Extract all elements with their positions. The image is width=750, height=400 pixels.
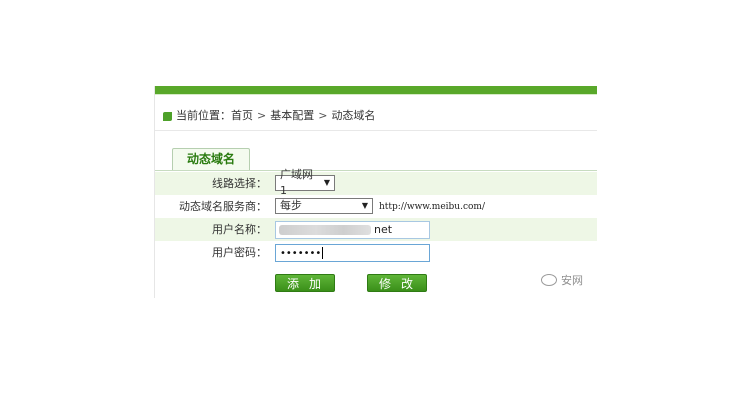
provider-url-hint: http://www.meibu.com/ xyxy=(379,202,485,212)
password-field-wrap: ••••••• xyxy=(275,244,430,262)
watermark: 安网 xyxy=(541,272,583,288)
breadcrumb-separator: > xyxy=(257,109,267,122)
password-value: ••••••• xyxy=(280,248,322,259)
provider-select[interactable]: 每步 ▼ xyxy=(275,198,373,214)
chevron-down-icon: ▼ xyxy=(361,201,368,210)
breadcrumb-separator: > xyxy=(318,109,328,122)
line-select[interactable]: 广域网1 ▼ xyxy=(275,168,335,197)
username-row: 用户名称： net xyxy=(155,218,597,241)
username-suffix: net xyxy=(374,223,393,236)
line-select-row: 线路选择： 广域网1 ▼ xyxy=(155,168,597,197)
username-field-wrap: net xyxy=(275,221,430,239)
redacted-username xyxy=(279,225,371,235)
leaf-icon xyxy=(163,111,172,121)
breadcrumb-basic-config[interactable]: 基本配置 xyxy=(270,108,314,124)
cut-off-caption xyxy=(148,312,338,318)
password-label: 用户密码： xyxy=(212,246,267,259)
breadcrumb-home[interactable]: 首页 xyxy=(231,108,253,124)
breadcrumb-ddns: 动态域名 xyxy=(331,109,376,122)
provider-row: 动态域名服务商： 每步 ▼ http://www.meibu.com/ xyxy=(155,195,597,218)
username-label: 用户名称： xyxy=(212,223,267,236)
provider-label: 动态域名服务商： xyxy=(179,200,267,213)
line-select-field[interactable]: 广域网1 ▼ xyxy=(275,168,335,197)
line-select-label: 线路选择： xyxy=(212,177,267,190)
add-button[interactable]: 添加 xyxy=(275,274,335,292)
wechat-icon xyxy=(541,274,557,286)
top-green-bar xyxy=(155,86,597,95)
tab-underline xyxy=(155,170,597,171)
ddns-form: 线路选择： 广域网1 ▼ 动态域名服务商： 每步 ▼ http://www.me… xyxy=(155,168,597,264)
text-caret xyxy=(322,247,324,259)
provider-select-value: 每步 xyxy=(280,199,302,212)
settings-panel: 当前位置： 首页 > 基本配置 > 动态域名 动态域名 线路选择： 广域网1 ▼… xyxy=(154,86,597,298)
password-row: 用户密码： ••••••• xyxy=(155,241,597,264)
divider xyxy=(155,130,597,131)
password-input[interactable]: ••••••• xyxy=(275,244,430,262)
tab-ddns[interactable]: 动态域名 xyxy=(172,148,250,170)
edit-button[interactable]: 修改 xyxy=(367,274,427,292)
breadcrumb-prefix: 当前位置： xyxy=(176,109,231,122)
breadcrumb: 当前位置： 首页 > 基本配置 > 动态域名 xyxy=(163,108,375,124)
provider-field[interactable]: 每步 ▼ xyxy=(275,198,373,214)
username-input[interactable]: net xyxy=(275,221,430,239)
chevron-down-icon: ▼ xyxy=(323,178,330,187)
watermark-text: 安网 xyxy=(561,274,583,287)
